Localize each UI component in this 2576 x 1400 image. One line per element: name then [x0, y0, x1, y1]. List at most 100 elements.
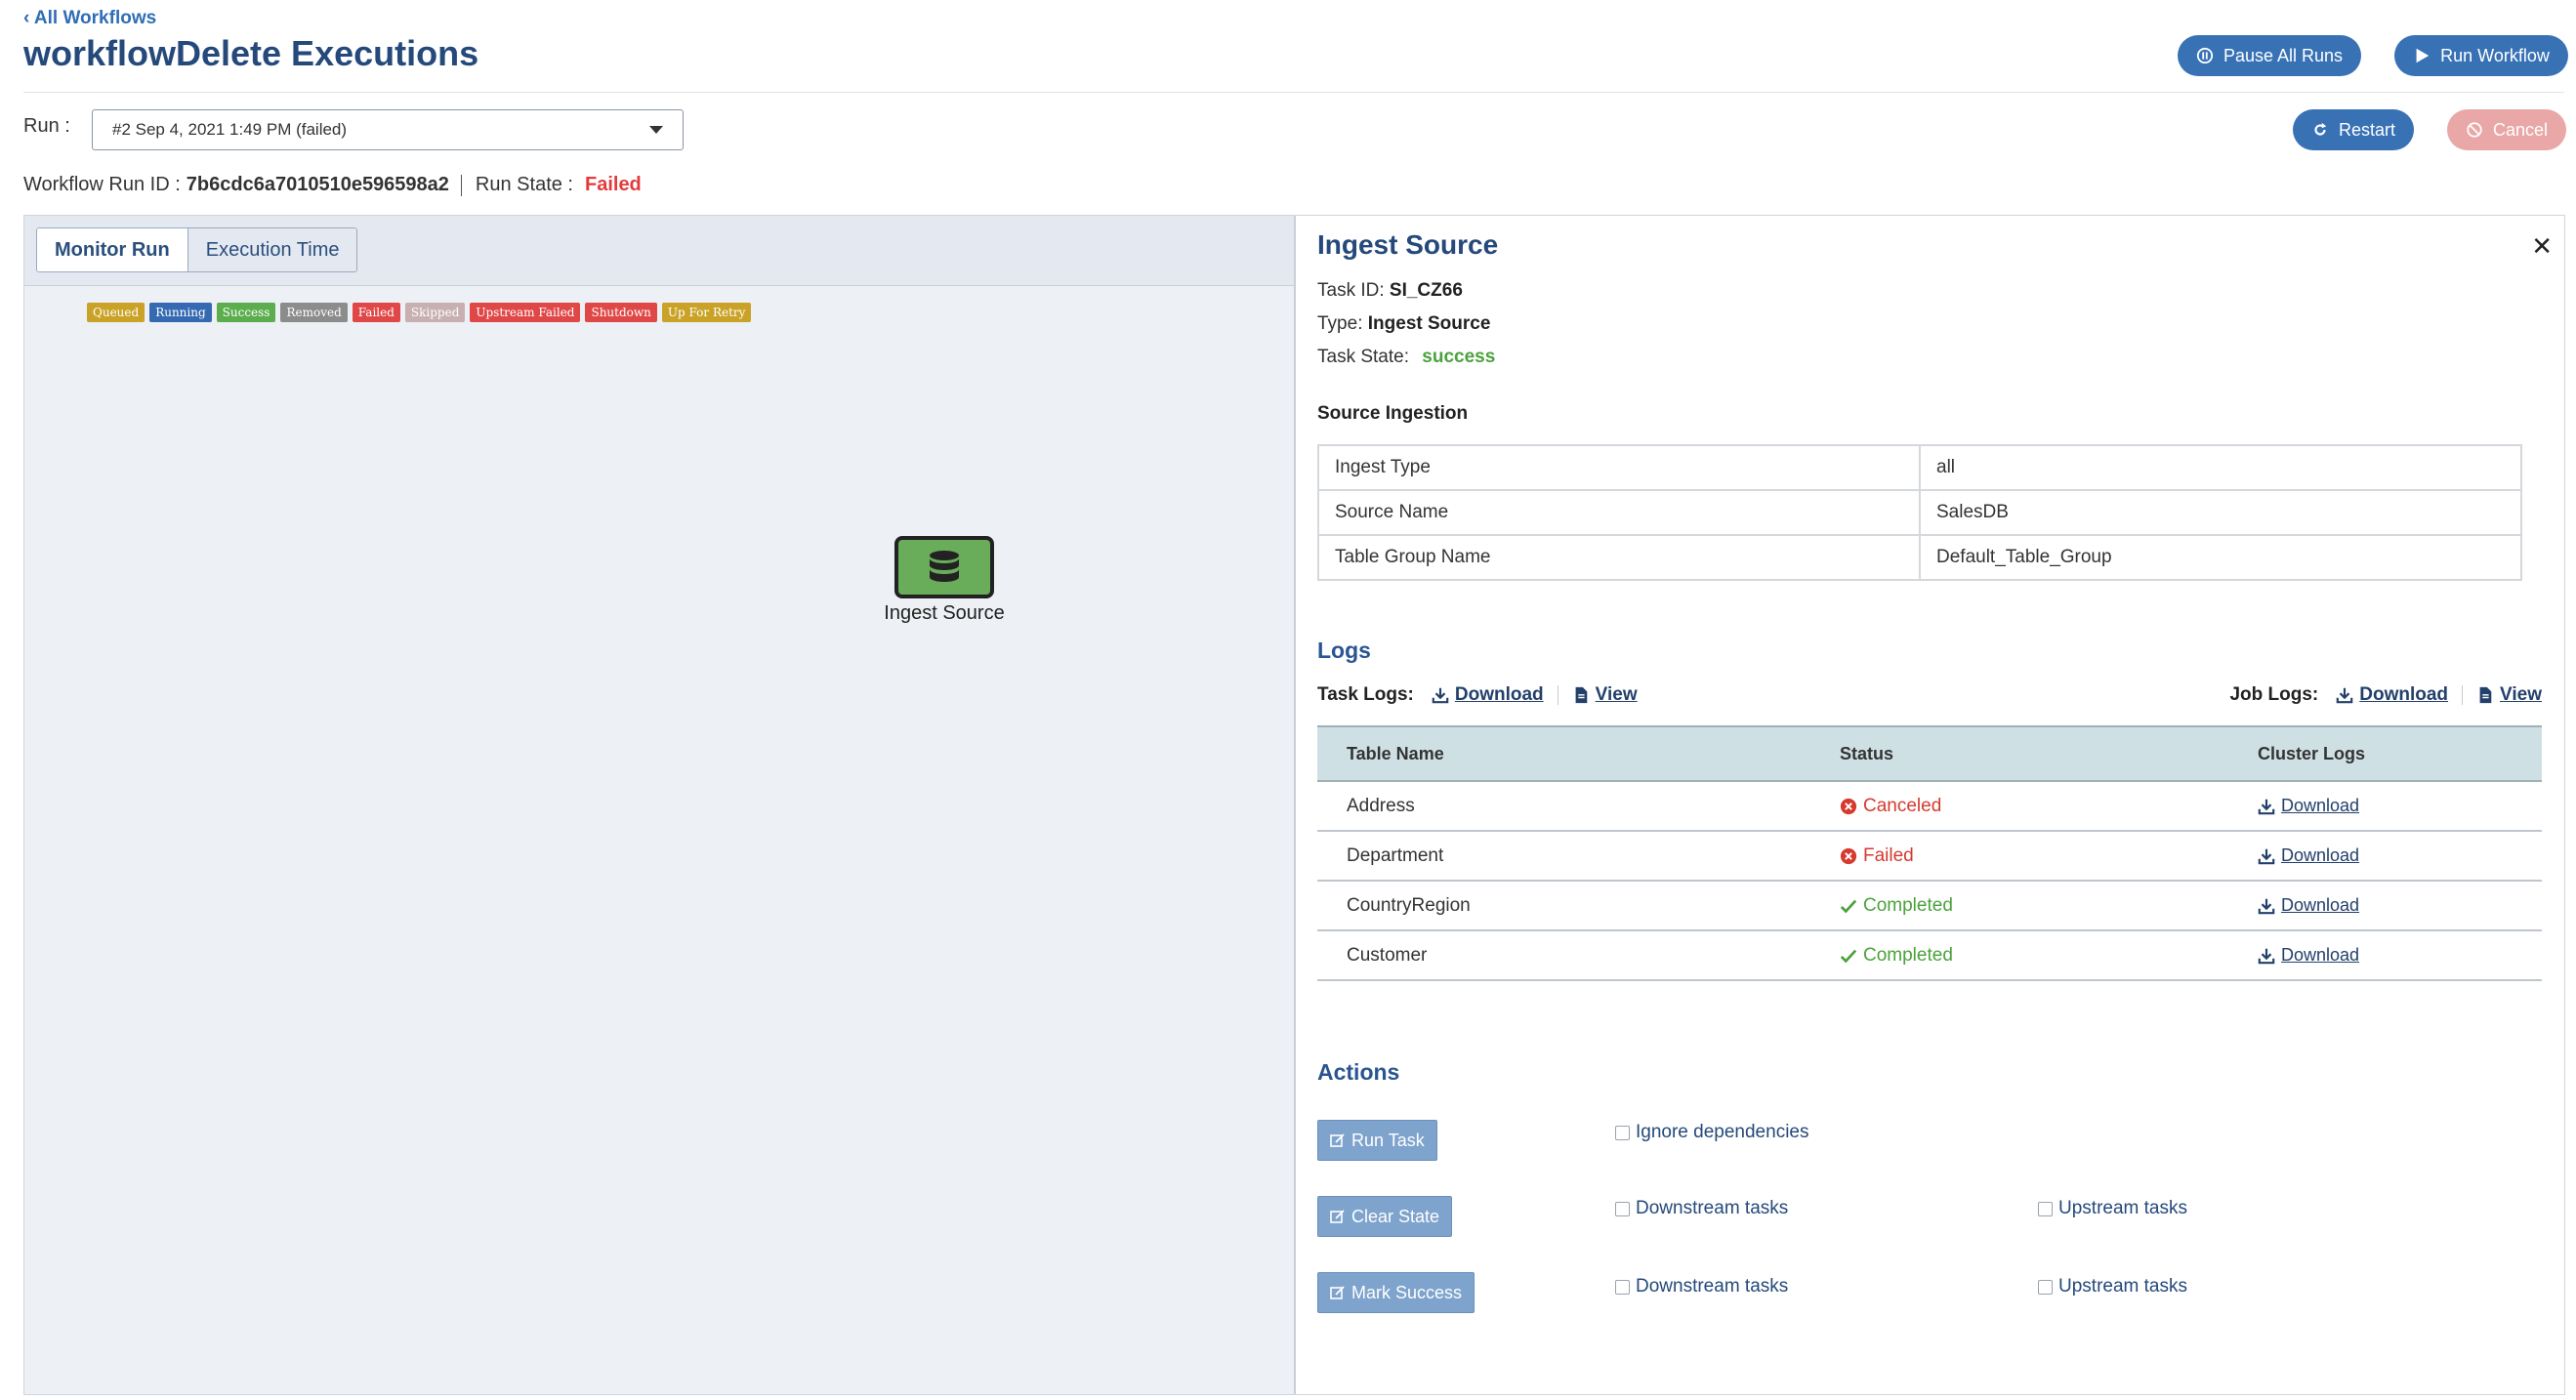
- status-cell: Completed: [1840, 930, 2258, 981]
- job-logs-download-link[interactable]: Download: [2336, 684, 2448, 706]
- pause-all-runs-label: Pause All Runs: [2223, 45, 2344, 65]
- run-workflow-label: Run Workflow: [2440, 45, 2550, 65]
- download-label: Download: [2281, 895, 2360, 915]
- status-badge: Completed: [1840, 895, 2258, 917]
- clear-state-label: Clear State: [1351, 1206, 1440, 1226]
- view-label: View: [2500, 684, 2542, 705]
- table-row: Ingest Type all: [1317, 444, 2522, 491]
- file-icon: [1575, 686, 1587, 704]
- checkbox-box[interactable]: [1615, 1279, 1630, 1295]
- graph-pane: Monitor Run Execution Time Queued Running…: [24, 216, 1296, 1394]
- type-label: Type:: [1317, 313, 1363, 334]
- status-text: Canceled: [1863, 795, 1942, 816]
- task-logs-download-link[interactable]: Download: [1432, 684, 1544, 706]
- task-logs-label: Task Logs:: [1317, 684, 1414, 705]
- panel-title: Ingest Source: [1317, 229, 1499, 260]
- table-header-row: Table Name Status Cluster Logs: [1317, 725, 2542, 782]
- ban-icon: [2467, 122, 2482, 138]
- all-workflows-link[interactable]: ‹ All Workflows: [23, 8, 156, 29]
- task-id-value: SI_CZ66: [1389, 280, 1463, 301]
- ignore-dependencies-label: Ignore dependencies: [1636, 1122, 1809, 1142]
- legend-item: Skipped: [404, 303, 466, 322]
- close-icon[interactable]: ✕: [2531, 231, 2553, 262]
- status-badge: Completed: [1840, 945, 2258, 967]
- logs-heading: Logs: [1317, 638, 1371, 663]
- run-workflow-button[interactable]: Run Workflow: [2394, 35, 2568, 76]
- status-text: Completed: [1863, 944, 1953, 966]
- status-badge: Failed: [1840, 845, 2258, 867]
- param-key: Source Name: [1317, 489, 1921, 536]
- ignore-dependencies-checkbox[interactable]: Ignore dependencies: [1615, 1122, 1808, 1143]
- download-icon: [2258, 948, 2275, 964]
- cancel-button[interactable]: Cancel: [2447, 109, 2566, 150]
- error-circle-icon: [1840, 798, 1857, 814]
- checkbox-box[interactable]: [1615, 1125, 1630, 1140]
- mark-success-label: Mark Success: [1351, 1282, 1463, 1302]
- table-name-cell: CountryRegion: [1317, 881, 1840, 931]
- check-icon: [1840, 949, 1857, 963]
- run-state-label: Run State :: [475, 174, 573, 195]
- divider: [460, 174, 462, 196]
- checkbox-box[interactable]: [2038, 1279, 2053, 1295]
- table-row: Source Name SalesDB: [1317, 489, 2522, 536]
- checkbox-box[interactable]: [1615, 1201, 1630, 1216]
- clear-state-button[interactable]: Clear State: [1317, 1196, 1453, 1237]
- cluster-log-download-link[interactable]: Download: [2258, 845, 2542, 866]
- task-logs-view-link[interactable]: View: [1572, 684, 1638, 706]
- download-label: Download: [2359, 684, 2449, 705]
- clear-downstream-checkbox[interactable]: Downstream tasks: [1615, 1198, 1788, 1219]
- task-details-panel: Ingest Source ✕ Task ID: SI_CZ66 Type: I…: [1296, 216, 2564, 1394]
- upstream-tasks-label: Upstream tasks: [2058, 1198, 2187, 1218]
- run-meta: Workflow Run ID : 7b6cdc6a7010510e596598…: [23, 174, 642, 196]
- database-icon: [930, 551, 959, 582]
- column-header-cluster-logs: Cluster Logs: [2258, 725, 2542, 782]
- cluster-logs-cell: Download: [2258, 781, 2542, 832]
- cluster-log-download-link[interactable]: Download: [2258, 945, 2542, 966]
- node-label: Ingest Source: [884, 602, 1005, 624]
- status-text: Completed: [1863, 894, 1953, 916]
- run-task-label: Run Task: [1351, 1130, 1425, 1150]
- download-icon: [2258, 898, 2275, 914]
- status-cell: Completed: [1840, 881, 2258, 931]
- divider: [2462, 685, 2464, 705]
- mark-upstream-checkbox[interactable]: Upstream tasks: [2038, 1276, 2187, 1297]
- edit-icon: [1330, 1286, 1345, 1299]
- job-logs-view-link[interactable]: View: [2476, 684, 2542, 706]
- task-id-row: Task ID: SI_CZ66: [1317, 280, 1463, 302]
- tab-execution-time[interactable]: Execution Time: [187, 228, 357, 271]
- table-name-cell: Address: [1317, 781, 1840, 832]
- legend-item: Success: [216, 303, 276, 322]
- tab-monitor-run[interactable]: Monitor Run: [37, 228, 188, 271]
- param-key: Table Group Name: [1317, 534, 1921, 581]
- run-task-button[interactable]: Run Task: [1317, 1120, 1437, 1161]
- download-icon: [2258, 799, 2275, 814]
- legend-item: Up For Retry: [661, 303, 752, 322]
- table-name-cell: Customer: [1317, 930, 1840, 981]
- run-select-value: #2 Sep 4, 2021 1:49 PM (failed): [112, 120, 348, 139]
- table-row: Customer Completed Download: [1317, 930, 2542, 981]
- cluster-logs-cell: Download: [2258, 930, 2542, 981]
- table-row: CountryRegion Completed Download: [1317, 881, 2542, 931]
- mark-success-button[interactable]: Mark Success: [1317, 1272, 1475, 1313]
- run-select[interactable]: #2 Sep 4, 2021 1:49 PM (failed): [92, 109, 684, 150]
- download-label: Download: [2281, 945, 2360, 965]
- param-value: Default_Table_Group: [1919, 534, 2522, 581]
- download-label: Download: [2281, 796, 2360, 815]
- type-row: Type: Ingest Source: [1317, 313, 1490, 335]
- legend-item: Failed: [352, 303, 400, 322]
- title-divider: [23, 92, 2564, 93]
- restart-button[interactable]: Restart: [2293, 109, 2414, 150]
- cluster-log-download-link[interactable]: Download: [2258, 895, 2542, 916]
- mark-downstream-checkbox[interactable]: Downstream tasks: [1615, 1276, 1788, 1297]
- legend-item: Upstream Failed: [470, 303, 581, 322]
- params-table: Ingest Type all Source Name SalesDB Tabl…: [1317, 444, 2522, 581]
- view-label: View: [1595, 684, 1638, 705]
- task-id-label: Task ID:: [1317, 280, 1385, 301]
- clear-upstream-checkbox[interactable]: Upstream tasks: [2038, 1198, 2187, 1219]
- cluster-log-download-link[interactable]: Download: [2258, 796, 2542, 816]
- actions-heading: Actions: [1317, 1059, 1400, 1085]
- checkbox-box[interactable]: [2038, 1201, 2053, 1216]
- ingest-source-node[interactable]: [894, 536, 994, 598]
- pause-all-runs-button[interactable]: Pause All Runs: [2178, 35, 2361, 76]
- legend-item: Removed: [280, 303, 348, 322]
